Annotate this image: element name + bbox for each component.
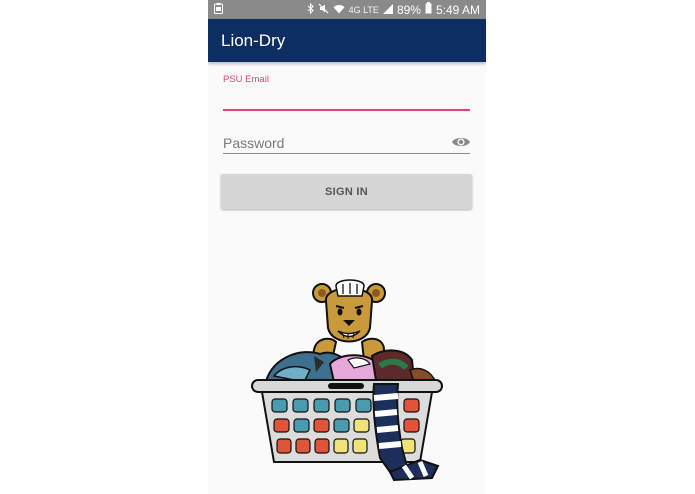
battery-percent: 89% — [396, 2, 421, 17]
eye-icon[interactable] — [451, 135, 471, 149]
lion-mascot-illustration — [251, 279, 443, 482]
battery-icon — [425, 2, 432, 17]
laundry-basket — [260, 391, 434, 463]
notification-icon — [214, 3, 223, 17]
phone-screen: 4G LTE 89% 5:49 AM Lion-Dry PSU Email SI… — [208, 0, 486, 494]
bluetooth-icon — [307, 2, 314, 17]
password-field-underline — [223, 153, 470, 154]
wifi-icon — [333, 3, 345, 17]
shirt-on-head — [335, 279, 365, 297]
mute-icon — [318, 3, 329, 17]
laundry-pile — [264, 349, 438, 384]
email-field-underline — [223, 109, 470, 111]
password-field[interactable] — [223, 132, 445, 154]
app-title: Lion-Dry — [221, 31, 286, 50]
clock: 5:49 AM — [435, 2, 480, 17]
email-field[interactable] — [223, 86, 470, 108]
app-bar: Lion-Dry — [208, 19, 486, 62]
network-label: 4G LTE — [348, 4, 379, 15]
email-field-label: PSU Email — [223, 74, 269, 85]
signal-icon — [382, 3, 393, 17]
status-bar: 4G LTE 89% 5:49 AM — [208, 0, 486, 19]
sign-in-button[interactable]: SIGN IN — [221, 174, 472, 209]
